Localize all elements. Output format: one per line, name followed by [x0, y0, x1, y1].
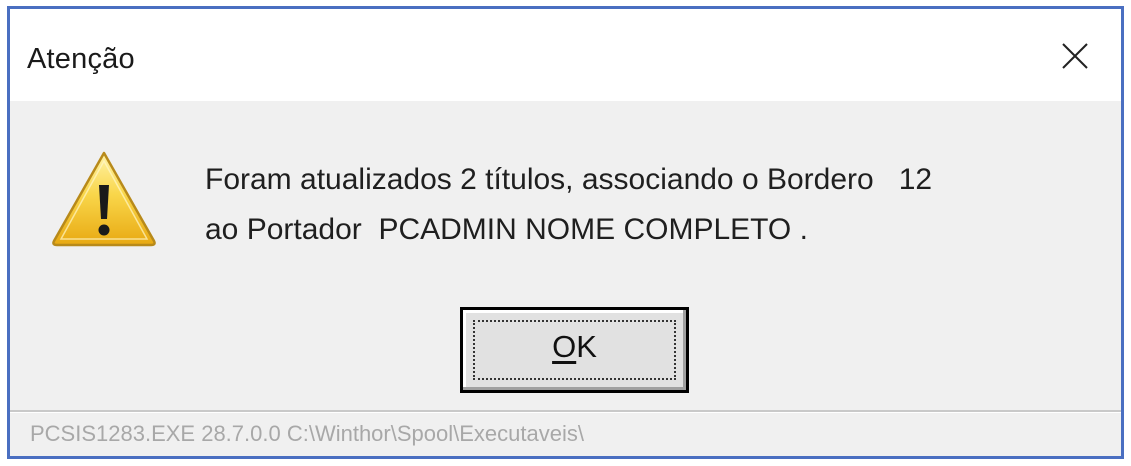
ok-mnemonic: O	[552, 329, 577, 364]
close-icon	[1062, 43, 1088, 69]
status-text: PCSIS1283.EXE 28.7.0.0 C:\Winthor\Spool\…	[30, 421, 584, 446]
warning-icon	[52, 151, 156, 247]
ok-button[interactable]: OK	[460, 307, 689, 393]
title-bar[interactable]: Atenção	[10, 9, 1121, 101]
close-button[interactable]	[1029, 9, 1121, 101]
dialog-title: Atenção	[27, 43, 135, 75]
dialog-window: Atenção Foram atualizados 2 títulos, ass…	[7, 6, 1124, 459]
ok-button-label: OK	[463, 329, 686, 365]
status-bar: PCSIS1283.EXE 28.7.0.0 C:\Winthor\Spool\…	[10, 410, 1121, 456]
message-text: Foram atualizados 2 títulos, associando …	[205, 155, 932, 255]
message-line-1: Foram atualizados 2 títulos, associando …	[205, 163, 933, 196]
ok-label-rest: K	[576, 329, 597, 364]
message-line-2: ao Portador PCADMIN NOME COMPLETO .	[205, 213, 808, 246]
